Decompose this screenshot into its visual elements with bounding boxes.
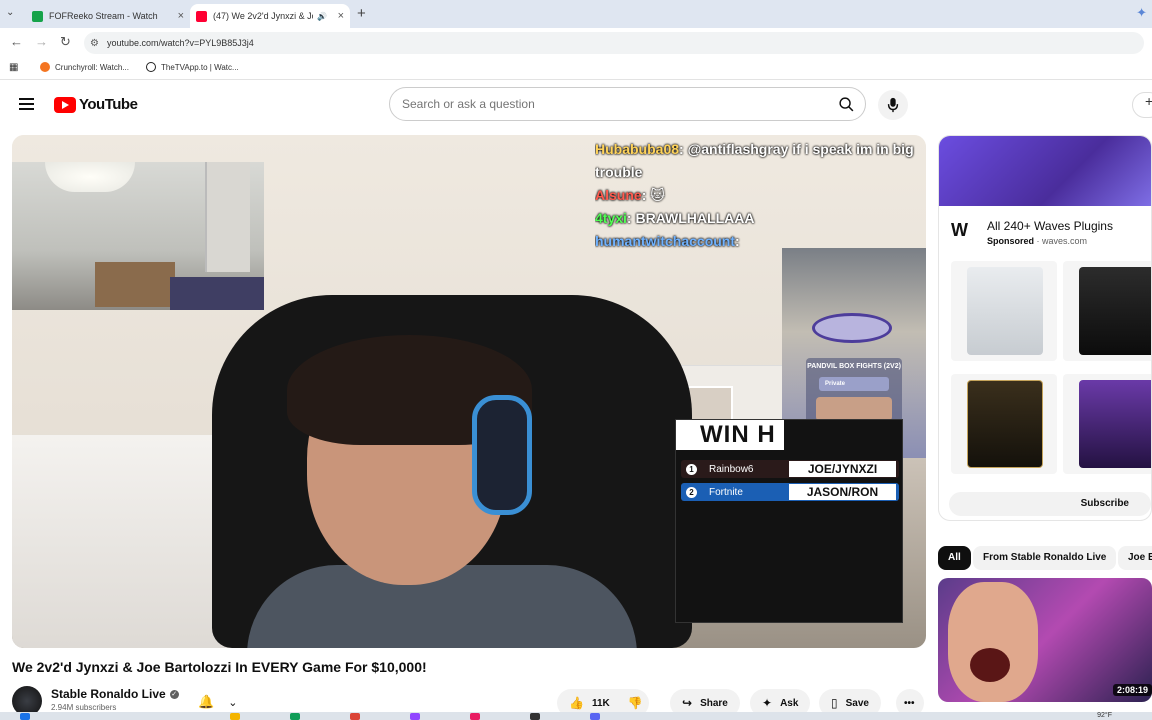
video-duration: 2:08:19	[1112, 684, 1152, 696]
apps-grid-icon[interactable]: ▦	[9, 62, 18, 73]
address-bar[interactable]: ⚙ youtube.com/watch?v=PYL9B85J3j4	[84, 32, 1144, 54]
bookmark-thetvapp[interactable]: TheTVApp.to | Watc...	[146, 62, 239, 72]
gemini-icon[interactable]: ✦	[1136, 5, 1147, 21]
tab-title: (47) We 2v2'd Jynxzi & Joe Bartolozzi...	[213, 11, 313, 21]
bookmark-crunchyroll[interactable]: Crunchyroll: Watch...	[40, 62, 129, 72]
back-icon[interactable]: ←	[10, 34, 23, 49]
chip-from-channel[interactable]: From Stable Ronaldo Live	[973, 546, 1117, 570]
related-filter-chips: All From Stable Ronaldo Live Joe B	[938, 546, 1152, 570]
chrome-icon[interactable]	[350, 713, 360, 720]
sparkle-icon: ✦	[762, 696, 773, 710]
video-title: We 2v2'd Jynxzi & Joe Bartolozzi In EVER…	[12, 659, 427, 675]
channel-name[interactable]: Stable Ronaldo Live ✓	[51, 687, 179, 701]
thetvapp-icon	[146, 62, 156, 72]
bookmark-label: TheTVApp.to | Watc...	[161, 62, 239, 72]
app-icon[interactable]	[530, 713, 540, 720]
new-tab-icon[interactable]: +	[357, 5, 366, 22]
twitch-icon[interactable]	[410, 713, 420, 720]
voice-search-button[interactable]	[878, 90, 908, 120]
more-icon: •••	[904, 697, 915, 709]
browser-tab-youtube[interactable]: (47) We 2v2'd Jynxzi & Joe Bartolozzi...…	[190, 4, 350, 28]
related-video-thumbnail[interactable]: 2:08:19	[938, 578, 1152, 702]
create-button[interactable]: +	[1132, 92, 1152, 118]
browser-tab-bar: ⌄ FOFReeko Stream - Watch Live × (47) We…	[0, 0, 1152, 28]
ad-subscribe-button[interactable]: Subscribe	[949, 492, 1151, 516]
stream-chat-overlay: Hubabuba08: @antiflashgray if i speak im…	[595, 138, 925, 253]
lobby-title: PANDVIL BOX FIGHTS (2V2)	[807, 363, 901, 370]
chip-joe[interactable]: Joe B	[1118, 546, 1152, 570]
thumbs-down-icon[interactable]: 👎	[628, 696, 643, 710]
search-box	[389, 87, 866, 121]
win-banner: WIN H	[676, 420, 784, 450]
url-text: youtube.com/watch?v=PYL9B85J3j4	[106, 38, 254, 48]
tab-list-chevron-icon[interactable]: ⌄	[6, 7, 14, 18]
notification-button[interactable]: 🔔 ⌄	[198, 690, 248, 714]
sponsored-ad-card[interactable]: W All 240+ Waves Plugins Sponsored · wav…	[938, 135, 1152, 521]
close-tab-icon[interactable]: ×	[338, 10, 344, 22]
browser-tab-fofreeko[interactable]: FOFReeko Stream - Watch Live ×	[26, 4, 190, 28]
webcam-overlay	[12, 162, 264, 310]
thumbs-up-icon[interactable]: 👍	[569, 696, 584, 710]
crunchyroll-icon	[40, 62, 50, 72]
chevron-down-icon: ⌄	[228, 696, 238, 709]
scoreboard-row: 2 Fortnite JASON/RON	[681, 483, 899, 501]
weather-temp: 92°F	[1097, 712, 1112, 719]
streamer	[247, 335, 637, 648]
youtube-wordmark: YouTube	[79, 96, 138, 113]
discord-icon[interactable]	[590, 713, 600, 720]
share-icon: ↪	[682, 696, 693, 710]
ad-product-image[interactable]	[1063, 374, 1151, 474]
chat-message: Alsune: 🐱	[595, 187, 665, 203]
site-info-icon[interactable]: ⚙	[90, 38, 99, 49]
chat-message: Hubabuba08: @antiflashgray if i speak im…	[595, 141, 914, 180]
youtube-logo[interactable]: YouTube	[54, 96, 138, 113]
bookmark-label: Crunchyroll: Watch...	[55, 62, 129, 72]
explorer-icon[interactable]	[230, 713, 240, 720]
youtube-favicon-icon	[196, 10, 207, 22]
os-taskbar: 92°F	[0, 712, 1152, 720]
menu-icon[interactable]	[19, 98, 34, 110]
scoreboard-overlay: WIN H 1 Rainbow6 JOE/JYNXZI 2 Fortnite J…	[675, 419, 903, 623]
ad-product-image[interactable]	[1063, 261, 1151, 361]
emote-icon: 🐱	[650, 187, 665, 203]
tab-title: FOFReeko Stream - Watch Live	[49, 11, 159, 21]
bookmarks-bar: ▦ Crunchyroll: Watch... TheTVApp.to | Wa…	[0, 58, 1152, 80]
subscriber-count: 2.94M subscribers	[51, 703, 117, 712]
chat-message: 4tyxi: BRAWLHALLAAA	[595, 210, 755, 226]
start-icon[interactable]	[20, 713, 30, 720]
bell-icon: 🔔	[198, 694, 215, 709]
bookmark-icon: ▯	[831, 696, 838, 710]
ad-product-image[interactable]	[951, 261, 1057, 361]
chip-all[interactable]: All	[938, 546, 971, 570]
ad-product-image[interactable]	[951, 374, 1057, 474]
reload-icon[interactable]: ↻	[60, 34, 71, 50]
forward-icon[interactable]: →	[35, 34, 48, 49]
browser-toolbar: ← → ↻ ⚙ youtube.com/watch?v=PYL9B85J3j4	[0, 28, 1152, 58]
microphone-icon	[887, 97, 899, 113]
ad-title[interactable]: All 240+ Waves Plugins	[987, 219, 1113, 233]
close-tab-icon[interactable]: ×	[178, 10, 184, 22]
app-icon[interactable]	[290, 713, 300, 720]
youtube-play-icon	[54, 96, 76, 113]
headphones-icon	[472, 395, 532, 515]
verified-icon: ✓	[169, 690, 179, 700]
scoreboard-row: 1 Rainbow6 JOE/JYNXZI	[681, 460, 899, 478]
search-input[interactable]	[402, 97, 822, 111]
channel-row: Stable Ronaldo Live ✓ 2.94M subscribers 🔔…	[12, 684, 926, 717]
audio-playing-icon[interactable]: 🔊	[317, 12, 327, 21]
twitch-favicon-icon	[32, 10, 43, 22]
youtube-masthead: YouTube +	[0, 80, 1152, 130]
pandvil-logo-icon	[812, 313, 892, 343]
waves-logo: W	[951, 220, 968, 240]
private-label: Private	[819, 377, 889, 391]
ad-banner-image[interactable]	[939, 136, 1151, 206]
app-icon[interactable]	[470, 713, 480, 720]
search-icon[interactable]	[838, 96, 855, 113]
video-player[interactable]: Hubabuba08: @antiflashgray if i speak im…	[12, 135, 926, 648]
ad-sponsor-line: Sponsored · waves.com	[987, 236, 1088, 246]
like-count: 11K	[591, 697, 610, 709]
